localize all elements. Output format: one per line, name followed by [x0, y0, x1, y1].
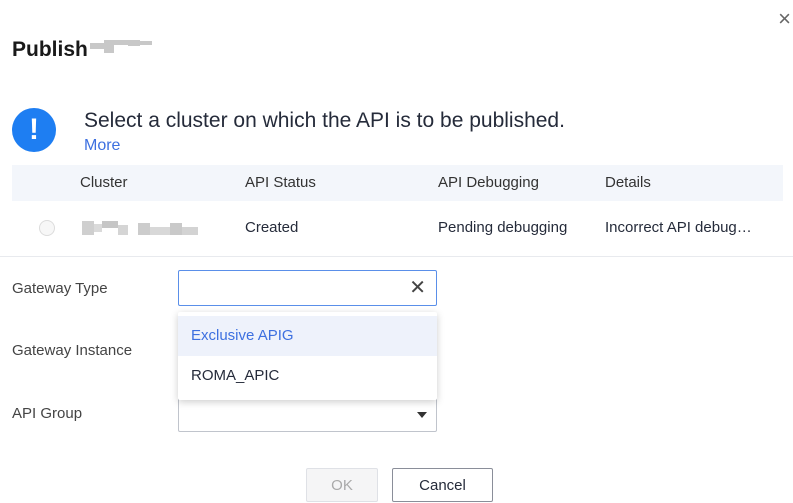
column-header-api-debugging: API Debugging	[438, 174, 539, 191]
option-exclusive-apig[interactable]: Exclusive APIG	[178, 316, 437, 356]
table-header: Cluster API Status API Debugging Details	[12, 165, 783, 201]
column-header-cluster: Cluster	[80, 174, 128, 191]
redacted-name	[89, 37, 152, 53]
divider	[0, 256, 793, 257]
redacted-cluster-name	[82, 221, 202, 235]
api-group-select[interactable]	[178, 396, 437, 432]
cell-api-status: Created	[245, 219, 299, 236]
column-header-details: Details	[605, 174, 651, 191]
option-roma-apic[interactable]: ROMA_APIC	[178, 356, 437, 396]
column-header-api-status: API Status	[245, 174, 316, 191]
cell-api-debugging: Pending debugging	[438, 219, 568, 236]
gateway-type-label: Gateway Type	[12, 280, 108, 297]
notice-text: Select a cluster on which the API is to …	[84, 109, 565, 132]
close-icon[interactable]: ×	[778, 8, 791, 30]
cell-details: Incorrect API debug…	[605, 219, 752, 236]
cancel-button[interactable]: Cancel	[392, 468, 493, 502]
gateway-type-dropdown: Exclusive APIG ROMA_APIC	[178, 312, 437, 400]
api-group-label: API Group	[12, 405, 83, 422]
clear-icon[interactable]: ✕	[409, 277, 426, 299]
cluster-radio[interactable]	[39, 220, 55, 236]
ok-button[interactable]: OK	[306, 468, 378, 502]
dialog-header: Publish	[12, 37, 152, 63]
chevron-down-icon	[417, 412, 427, 418]
more-link[interactable]: More	[84, 136, 120, 156]
exclamation-icon: !	[12, 108, 56, 152]
table-row[interactable]: Created Pending debugging Incorrect API …	[12, 210, 783, 246]
dialog-title: Publish	[12, 38, 88, 61]
gateway-type-select[interactable]: ✕	[178, 270, 437, 306]
gateway-instance-label: Gateway Instance	[12, 342, 133, 359]
